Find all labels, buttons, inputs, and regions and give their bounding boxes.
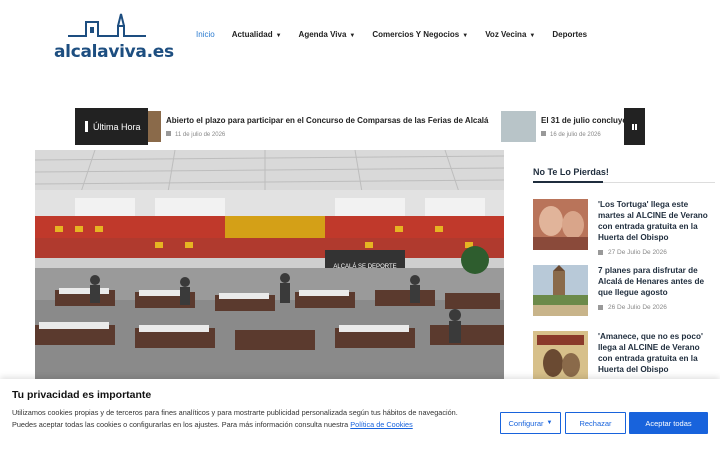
hero-photo: ALCALÁ SE DEPORTE xyxy=(35,150,504,385)
nav-item-voz-vecina[interactable]: Voz Vecina ▼ xyxy=(485,30,535,39)
pause-icon xyxy=(635,123,637,130)
sidebar-divider-accent xyxy=(533,181,603,183)
article-date-text: 26 De Julio De 2026 xyxy=(608,304,667,311)
article-date-text: 27 De Julio De 2026 xyxy=(608,249,667,256)
ticker-bar-icon xyxy=(85,121,88,132)
reject-label: Rechazar xyxy=(579,418,612,428)
accept-label: Aceptar todas xyxy=(645,418,692,428)
reject-cookies-button[interactable]: Rechazar xyxy=(565,412,626,434)
article-date: 27 De Julio De 2026 xyxy=(598,249,716,256)
ticker-item-title: Abierto el plazo para participar en el C… xyxy=(166,116,489,125)
chevron-down-icon: ▼ xyxy=(462,32,469,39)
article-date: 26 De Julio De 2026 xyxy=(598,304,716,311)
ticker-track: Abierto el plazo para participar en el C… xyxy=(148,108,624,145)
nav-label: Agenda Viva xyxy=(298,30,347,39)
cookie-text-1: Utilizamos cookies propias y de terceros… xyxy=(12,408,458,417)
nav-item-inicio[interactable]: Inicio xyxy=(196,30,215,39)
nav-item-actualidad[interactable]: Actualidad ▼ xyxy=(232,30,282,39)
caret-down-icon: ▼ xyxy=(546,420,553,426)
ticker-label-text: Última Hora xyxy=(93,121,141,132)
castle-icon xyxy=(68,13,146,37)
ticker-date-text: 11 de julio de 2026 xyxy=(175,132,226,138)
cookie-banner: Tu privacidad es importante Utilizamos c… xyxy=(0,379,720,450)
nav-label: Comercios Y Negocios xyxy=(372,30,460,39)
cookie-policy-link[interactable]: Política de Cookies xyxy=(350,420,412,429)
ticker-date-text: 16 de julio de 2026 xyxy=(550,132,601,138)
cookie-body: Utilizamos cookies propias y de terceros… xyxy=(12,407,482,431)
site-logo[interactable]: alcalaviva.es xyxy=(54,12,174,64)
sidebar-title: No Te Lo Pierdas! xyxy=(533,167,609,177)
logo-text: alcalaviva.es xyxy=(54,42,174,62)
article-text: 'Amanece, que no es poco' llega al ALCIN… xyxy=(598,331,716,375)
article-title[interactable]: 7 planes para disfrutar de Alcalá de Hen… xyxy=(598,265,716,298)
ticker-item-date: 11 de julio de 2026 xyxy=(166,131,225,138)
ticker-thumbnail xyxy=(501,111,536,142)
cookie-text-2: Puedes aceptar todas las cookies o confi… xyxy=(12,419,482,431)
configure-label: Configurar xyxy=(508,418,544,428)
article-text: 'Los Tortuga' llega este martes al ALCIN… xyxy=(598,199,716,256)
pause-icon xyxy=(632,123,634,130)
article-thumbnail xyxy=(533,265,588,316)
nav-label: Actualidad xyxy=(231,30,273,39)
nav-item-deportes[interactable]: Deportes xyxy=(552,30,587,39)
calendar-icon xyxy=(598,305,603,310)
main-nav: Inicio Actualidad ▼ Agenda Viva ▼ Comercio… xyxy=(196,30,604,39)
calendar-icon xyxy=(166,131,171,136)
calendar-icon xyxy=(598,250,603,255)
nav-label: Voz Vecina xyxy=(485,30,527,39)
configure-cookies-button[interactable]: Configurar ▼ xyxy=(500,412,561,434)
article-thumbnail xyxy=(533,199,588,250)
ticker-label: Última Hora xyxy=(75,108,148,145)
nav-item-agenda-viva[interactable]: Agenda Viva ▼ xyxy=(299,30,356,39)
ticker-item[interactable]: El 31 de julio concluye 16 de julio de 2… xyxy=(501,110,624,143)
cookie-title: Tu privacidad es importante xyxy=(12,389,152,401)
pause-button[interactable] xyxy=(624,108,645,145)
calendar-icon xyxy=(541,131,546,136)
article-thumbnail xyxy=(533,331,588,382)
page: alcalaviva.es Inicio Actualidad ▼ Agenda … xyxy=(0,0,720,450)
chevron-down-icon: ▼ xyxy=(275,32,282,39)
cookie-text-2-content: Puedes aceptar todas las cookies o confi… xyxy=(12,420,349,429)
nav-item-comercios[interactable]: Comercios Y Negocios ▼ xyxy=(372,30,468,39)
accept-all-cookies-button[interactable]: Aceptar todas xyxy=(629,412,708,434)
article-title[interactable]: 'Amanece, que no es poco' llega al ALCIN… xyxy=(598,331,716,375)
ticker-item-title: El 31 de julio concluye xyxy=(541,116,624,125)
hero-image[interactable]: ALCALÁ SE DEPORTE xyxy=(35,150,504,385)
ticker-item-date: 16 de julio de 2026 xyxy=(541,131,601,138)
chevron-down-icon: ▼ xyxy=(529,32,536,39)
nav-label: Deportes xyxy=(552,30,588,39)
breaking-news-ticker: Última Hora Abierto el plazo para partic… xyxy=(75,108,645,145)
ticker-thumbnail xyxy=(148,111,161,142)
nav-label: Inicio xyxy=(196,30,215,39)
article-text: 7 planes para disfrutar de Alcalá de Hen… xyxy=(598,265,716,311)
article-title[interactable]: 'Los Tortuga' llega este martes al ALCIN… xyxy=(598,199,716,243)
chevron-down-icon: ▼ xyxy=(349,32,356,39)
